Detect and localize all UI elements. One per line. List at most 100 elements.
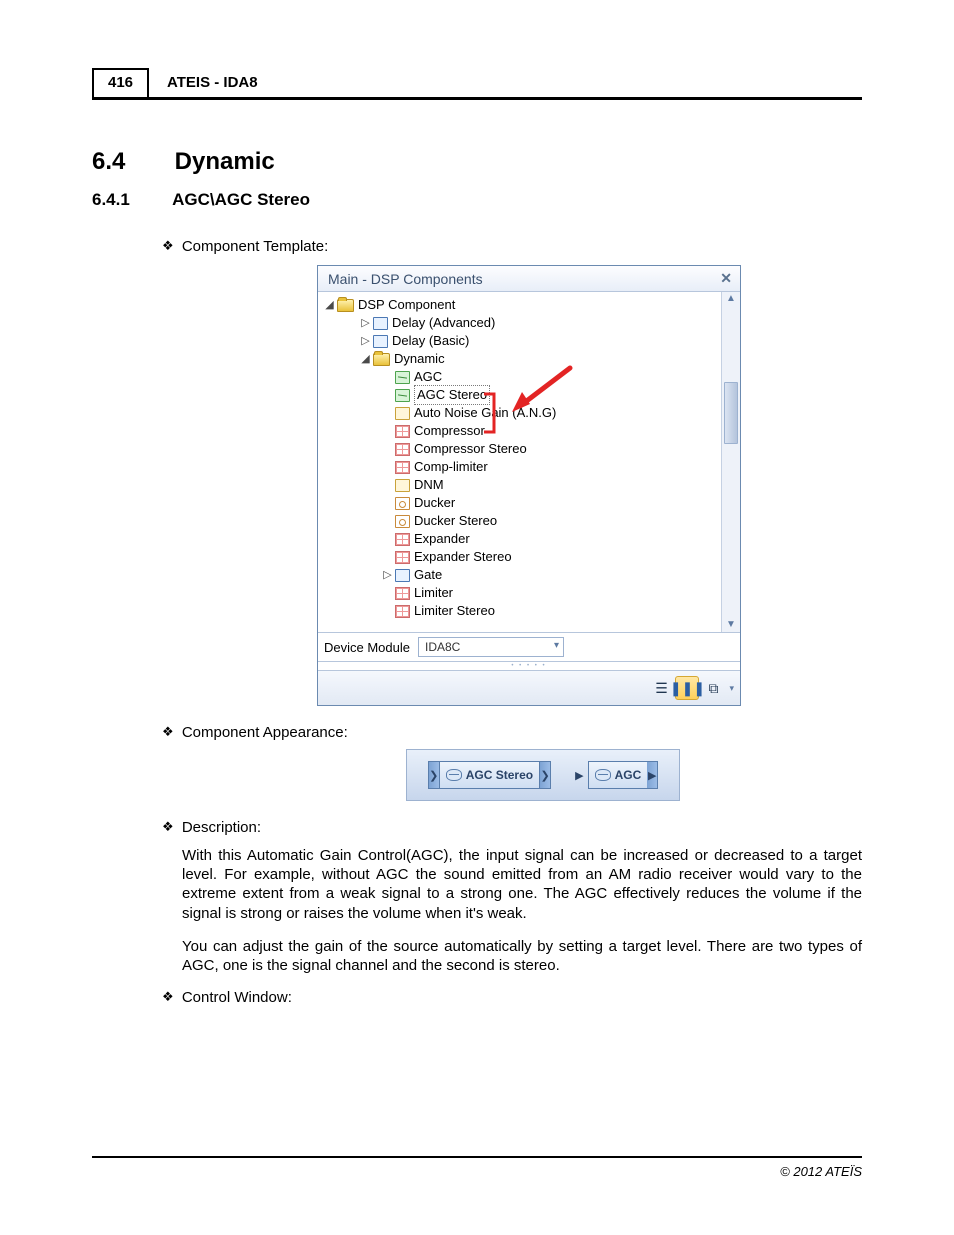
toolbar-button-columns[interactable]: ❚❚❚	[675, 676, 699, 700]
columns-icon: ❚❚❚	[670, 681, 705, 695]
list-icon: ☰	[655, 681, 668, 695]
diamond-icon: ❖	[162, 238, 174, 254]
page-number: 416	[92, 68, 149, 97]
tree-label: Delay (Basic)	[392, 332, 469, 350]
tree-label: Auto Noise Gain (A.N.G)	[414, 404, 556, 422]
tree-item[interactable]: ▷Delay (Advanced)	[324, 314, 721, 332]
tree-label: Expander	[414, 530, 470, 548]
device-module-value: IDA8C	[425, 640, 460, 654]
anc-icon	[395, 479, 410, 492]
component-chip-agc[interactable]: ▶ AGC ▶	[575, 762, 658, 788]
bullet-component-appearance: ❖ Component Appearance:	[162, 724, 862, 741]
folder-icon	[373, 353, 390, 366]
tree-item[interactable]: ▷ Delay (Basic)	[324, 332, 721, 350]
tree-item[interactable]: Ducker Stereo	[324, 512, 721, 530]
tree-item[interactable]: Compressor	[324, 422, 721, 440]
bottom-toolbar: ☰ ❚❚❚ ⧉ ▾	[318, 670, 740, 705]
scroll-track[interactable]	[724, 304, 738, 620]
header-title: ATEIS - IDA8	[149, 68, 258, 97]
page-footer: © 2012 ATEÏS	[92, 1156, 862, 1179]
component-chip-agc-stereo[interactable]: ❯ AGC Stereo ❯	[428, 762, 551, 788]
diamond-icon: ❖	[162, 819, 174, 835]
bullet-description: ❖ Description:	[162, 819, 862, 836]
document-page: 416 ATEIS - IDA8 6.4 Dynamic 6.4.1 AGC\A…	[0, 0, 954, 1235]
component-icon	[446, 769, 462, 781]
blue-icon	[373, 317, 388, 330]
close-icon[interactable]: ✕	[720, 270, 732, 287]
section-number: 6.4	[92, 148, 168, 176]
device-module-dropdown[interactable]: IDA8C	[418, 637, 564, 657]
duck-icon	[395, 515, 410, 528]
expand-icon[interactable]: ▷	[382, 566, 393, 584]
subsection-title: AGC\AGC Stereo	[172, 190, 310, 209]
description-paragraph-2: You can adjust the gain of the source au…	[182, 937, 862, 975]
blue-icon	[373, 335, 388, 348]
tree-label: Expander Stereo	[414, 548, 512, 566]
pinkgrid-icon	[395, 533, 410, 546]
tree-item[interactable]: ◢ Dynamic	[324, 350, 721, 368]
tree-item[interactable]: Limiter	[324, 584, 721, 602]
tree-root[interactable]: ◢ DSP Component	[324, 296, 721, 314]
tree-item[interactable]: AGC	[324, 368, 721, 386]
device-module-label: Device Module	[324, 640, 410, 655]
pinkgrid-icon	[395, 425, 410, 438]
description-paragraph-1: With this Automatic Gain Control(AGC), t…	[182, 846, 862, 923]
duck-icon	[395, 497, 410, 510]
tree-item[interactable]: Compressor Stereo	[324, 440, 721, 458]
toolbar-button-expand[interactable]: ⧉	[701, 676, 725, 700]
bullet-control-window: ❖ Control Window:	[162, 989, 862, 1006]
pinkgrid-icon	[395, 443, 410, 456]
tree-label: Compressor Stereo	[414, 440, 527, 458]
scroll-thumb[interactable]	[724, 382, 738, 444]
pinkgrid-icon	[395, 605, 410, 618]
window-titlebar: Main - DSP Components ✕	[318, 266, 740, 292]
chip-input-marker-icon: ▶	[575, 769, 583, 782]
tree-label: Gate	[414, 566, 442, 584]
chip-output-handle-icon: ▶	[647, 761, 658, 789]
scroll-up-icon[interactable]: ▲	[726, 294, 736, 304]
chip-input-handle-icon: ❯	[428, 761, 440, 789]
scroll-down-icon[interactable]: ▼	[726, 620, 736, 630]
tree-label: Limiter Stereo	[414, 602, 495, 620]
tree-item[interactable]: Expander	[324, 530, 721, 548]
scrollbar[interactable]: ▲ ▼	[721, 292, 740, 632]
tree-label: Dynamic	[394, 350, 445, 368]
section-title: Dynamic	[175, 148, 275, 175]
dsp-components-window: Main - DSP Components ✕ ◢ DSP Component …	[317, 265, 741, 706]
tree-item[interactable]: ▷ Gate	[324, 566, 721, 584]
chip-label: AGC	[615, 768, 642, 782]
toolbar-dropdown-icon[interactable]: ▾	[729, 683, 734, 694]
tree-label: Ducker	[414, 494, 455, 512]
copyright-text: © 2012 ATEÏS	[780, 1164, 862, 1179]
tree-item[interactable]: AGC Stereo	[324, 386, 721, 404]
tree-item[interactable]: Auto Noise Gain (A.N.G)	[324, 404, 721, 422]
bullet-label: Description:	[182, 819, 261, 836]
tree-item[interactable]: Ducker	[324, 494, 721, 512]
component-appearance-panel: ❯ AGC Stereo ❯ ▶ AGC ▶	[406, 749, 680, 801]
component-tree[interactable]: ◢ DSP Component ▷Delay (Advanced)▷Delay …	[318, 292, 721, 632]
expand-icon[interactable]: ◢	[324, 296, 335, 314]
diamond-icon: ❖	[162, 989, 174, 1005]
tree-item[interactable]: Limiter Stereo	[324, 602, 721, 620]
collapse-icon[interactable]: ◢	[360, 350, 371, 368]
chip-output-handle-icon: ❯	[539, 761, 551, 789]
subsection-number: 6.4.1	[92, 190, 168, 210]
bullet-component-template: ❖ Component Template:	[162, 238, 862, 255]
panel-grip[interactable]: • • • • •	[318, 661, 740, 670]
pinkgrid-icon	[395, 587, 410, 600]
expand-icon[interactable]: ▷	[360, 332, 371, 350]
device-module-row: Device Module IDA8C	[318, 632, 740, 661]
tree-item[interactable]: Comp-limiter	[324, 458, 721, 476]
tree-item[interactable]: Expander Stereo	[324, 548, 721, 566]
green-icon	[395, 389, 410, 402]
anc-icon	[395, 407, 410, 420]
bullet-label: Control Window:	[182, 989, 292, 1006]
subsection-heading: 6.4.1 AGC\AGC Stereo	[92, 190, 862, 210]
folder-icon	[337, 299, 354, 312]
expand-icon[interactable]: ▷	[360, 314, 371, 332]
page-header: 416 ATEIS - IDA8	[92, 68, 862, 100]
pinkgrid-icon	[395, 461, 410, 474]
tree-item[interactable]: DNM	[324, 476, 721, 494]
component-icon	[595, 769, 611, 781]
tree-label: AGC	[414, 368, 442, 386]
